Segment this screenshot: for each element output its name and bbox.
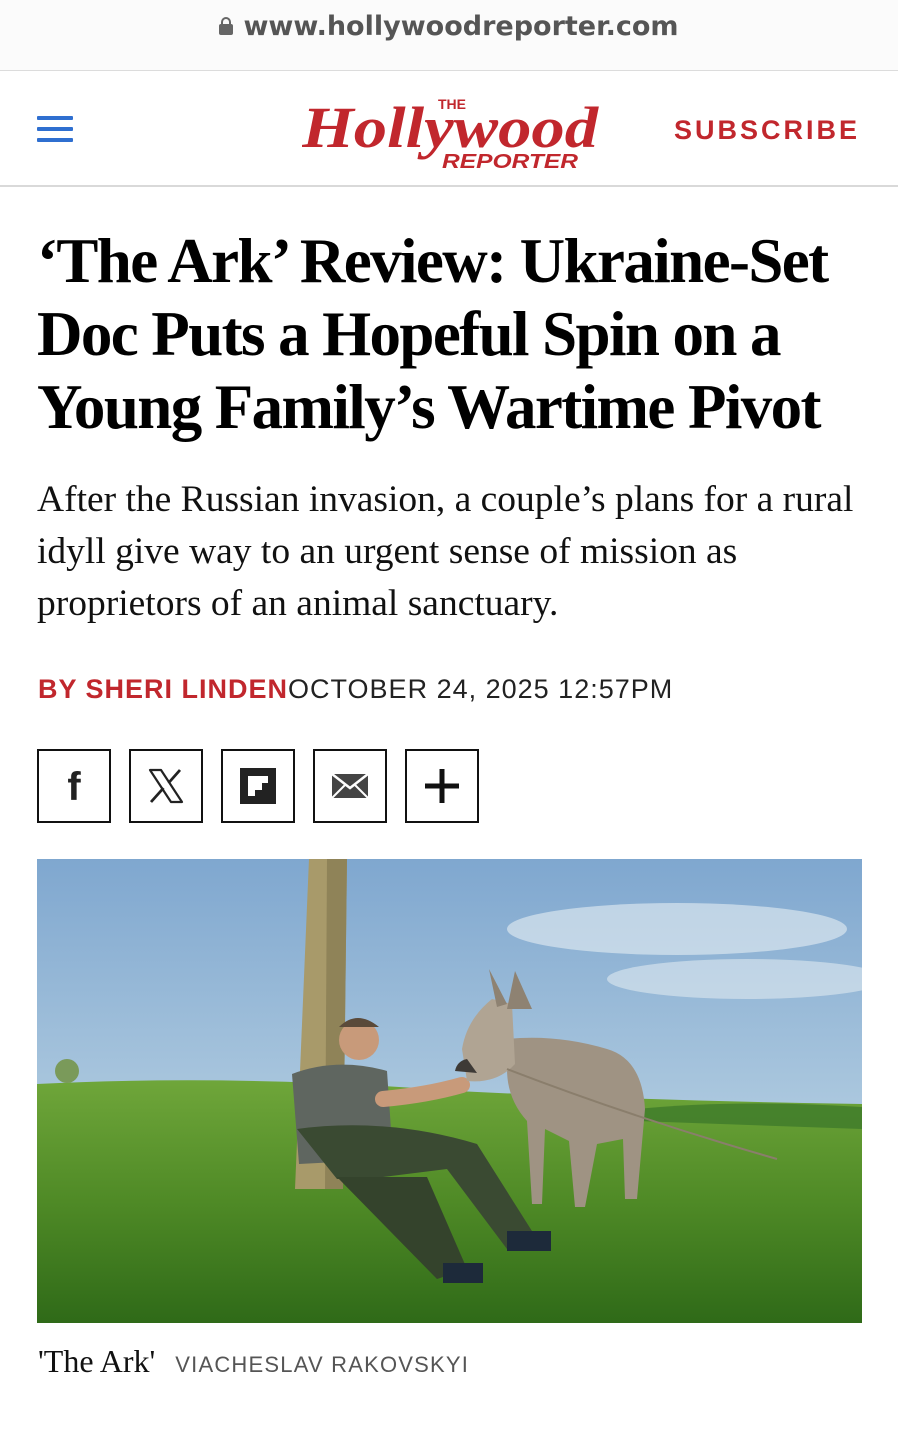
article-headline: ‘The Ark’ Review: Ukraine-Set Doc Puts a… [37,226,829,442]
byline: BY SHERI LINDEN OCTOBER 24, 2025 12:57PM [38,674,898,705]
browser-address-bar[interactable]: www.hollywoodreporter.com [0,0,898,71]
logo-reporter: REPORTER [442,151,579,173]
image-caption: 'The Ark' VIACHESLAV RAKOVSKYI [38,1343,898,1380]
flipboard-icon [240,768,276,804]
share-flipboard-button[interactable] [221,749,295,823]
article-dek: After the Russian invasion, a couple’s p… [37,479,854,624]
share-x-button[interactable] [129,749,203,823]
hamburger-menu-icon[interactable] [37,116,73,142]
author-link[interactable]: BY SHERI LINDEN [38,674,288,705]
url-text: www.hollywoodreporter.com [243,10,679,42]
site-logo[interactable]: THE Hollywood REPORTER [302,89,602,175]
x-icon [148,768,184,804]
share-more-button[interactable] [405,749,479,823]
photo-credit: VIACHESLAV RAKOVSKYI [175,1352,470,1377]
url-display[interactable]: www.hollywoodreporter.com [219,10,679,42]
share-bar: f [37,749,898,823]
lock-icon [219,17,234,35]
plus-icon [425,769,459,803]
email-icon [331,773,369,799]
article-hero-image[interactable] [37,859,862,1323]
share-email-button[interactable] [313,749,387,823]
share-facebook-button[interactable]: f [37,749,111,823]
site-header: THE Hollywood REPORTER SUBSCRIBE [0,71,898,187]
subscribe-link[interactable]: SUBSCRIBE [674,115,860,146]
caption-title: 'The Ark' [38,1343,156,1379]
publish-date: OCTOBER 24, 2025 12:57PM [288,674,674,704]
facebook-icon: f [67,764,81,809]
